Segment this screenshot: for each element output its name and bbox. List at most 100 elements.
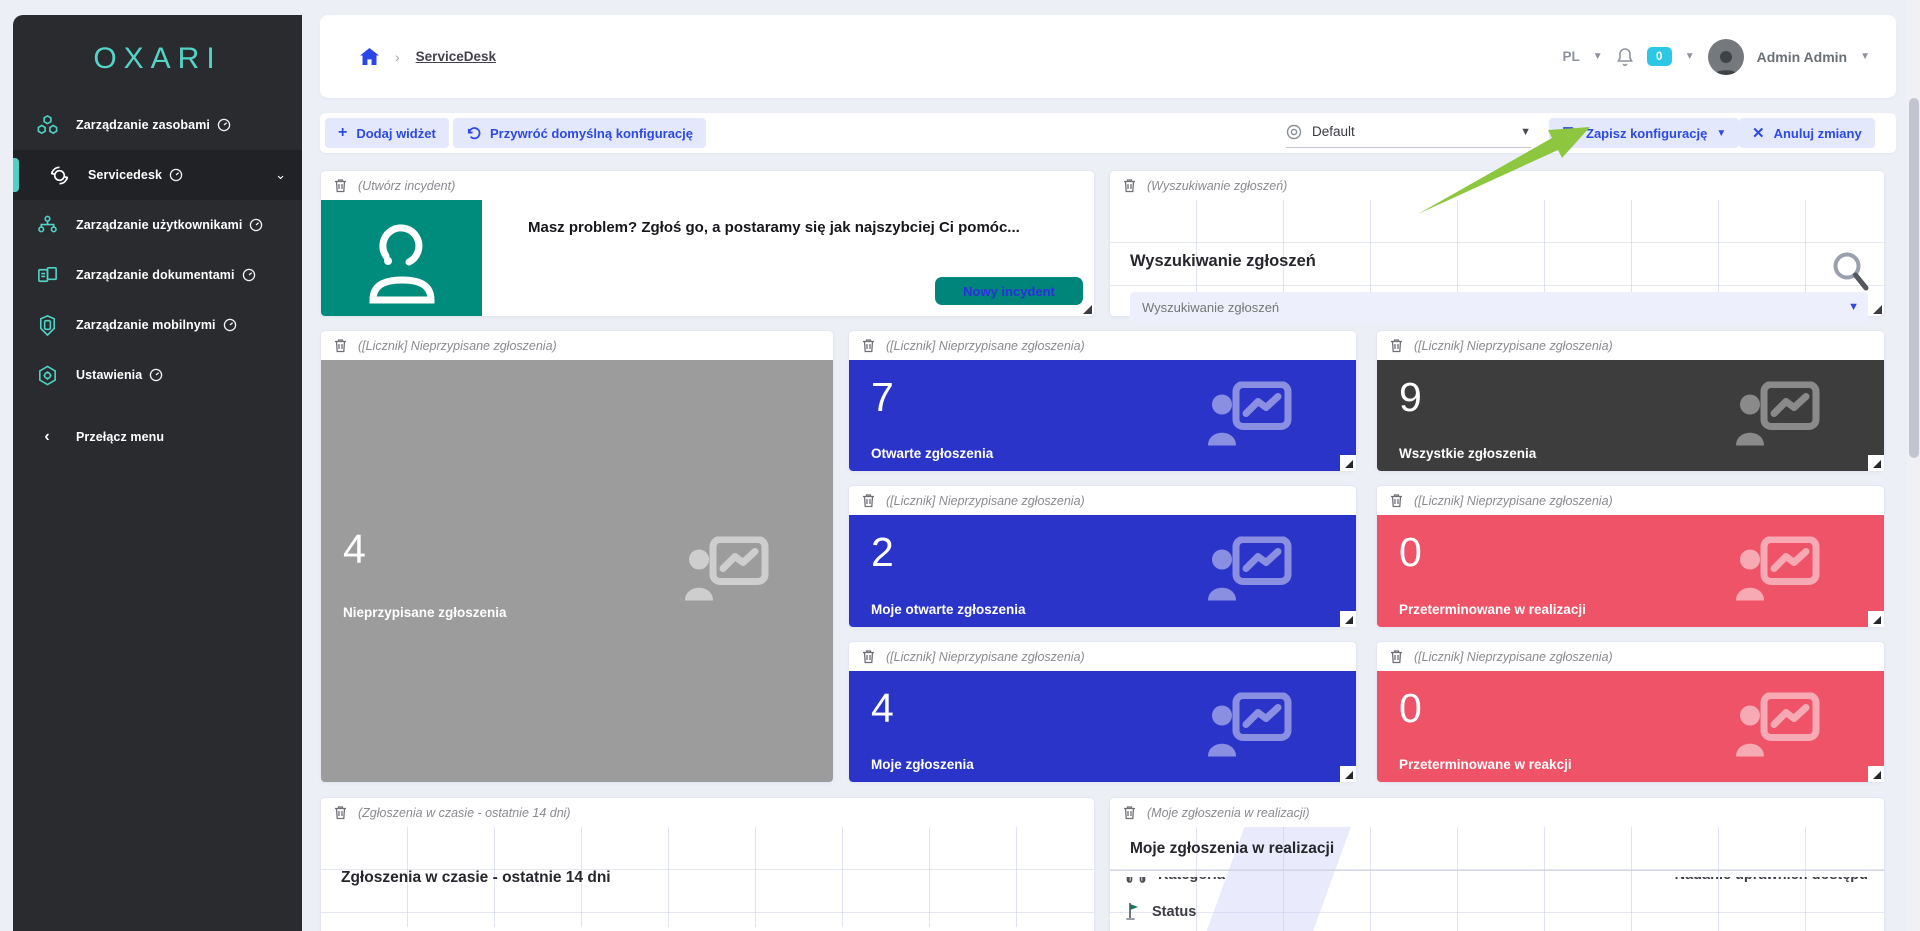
resize-handle[interactable] — [1083, 305, 1092, 314]
config-select-value: Default — [1312, 124, 1355, 139]
documents-icon — [35, 263, 59, 287]
resize-handle[interactable] — [1340, 455, 1356, 471]
sidebar-item-label: Zarządzanie użytkownikami — [76, 218, 242, 232]
counter-tile[interactable]: 0 Przeterminowane w reakcji — [1377, 671, 1884, 782]
resize-handle[interactable] — [1340, 766, 1356, 782]
counter-value: 4 — [343, 526, 366, 573]
search-widget-title: Wyszukiwanie zgłoszeń — [1130, 252, 1316, 271]
user-caret-icon[interactable]: ▼ — [1860, 51, 1870, 62]
widget-header-title: ([Licznik] Nieprzypisane zgłoszenia) — [886, 650, 1085, 664]
sidebar: OXARI Zarządzanie zasobami Servicedesk ⌄ — [13, 15, 302, 931]
presentation-chart-icon — [1736, 692, 1820, 761]
widget-header-title: ([Licznik] Nieprzypisane zgłoszenia) — [886, 339, 1085, 353]
chevron-down-icon: ⌄ — [275, 167, 292, 183]
undo-icon — [466, 126, 481, 141]
incident-illustration — [321, 200, 482, 316]
cancel-changes-button[interactable]: ✕ Anuluj zmiany — [1739, 118, 1875, 148]
counter-tile[interactable]: 9 Wszystkie zgłoszenia — [1377, 360, 1884, 471]
my-in-progress-title: Moje zgłoszenia w realizacji — [1130, 840, 1334, 858]
widget-header-title: ([Licznik] Nieprzypisane zgłoszenia) — [1414, 339, 1613, 353]
save-caret-icon[interactable]: ▼ — [1716, 128, 1726, 139]
language-caret-icon[interactable]: ▼ — [1593, 51, 1603, 62]
restore-default-config-button[interactable]: Przywróć domyślną konfigurację — [453, 118, 706, 148]
trash-icon[interactable] — [1390, 338, 1403, 353]
mobile-icon — [35, 313, 59, 337]
sidebar-item-zarzadzanie-uzytkownikami[interactable]: Zarządzanie użytkownikami — [13, 200, 302, 250]
oxari-logo: OXARI — [13, 15, 302, 100]
sidebar-item-zarzadzanie-zasobami[interactable]: Zarządzanie zasobami — [13, 100, 302, 150]
trash-icon[interactable] — [862, 493, 875, 508]
search-dropdown-caret-icon[interactable]: ▼ — [1848, 301, 1859, 313]
counter-tile[interactable]: 4 Moje zgłoszenia — [849, 671, 1356, 782]
presentation-chart-icon — [1736, 381, 1820, 450]
plus-icon: + — [338, 124, 347, 142]
resize-handle[interactable] — [1873, 305, 1882, 314]
gauge-icon — [223, 318, 237, 332]
sidebar-item-zarzadzanie-dokumentami[interactable]: Zarządzanie dokumentami — [13, 250, 302, 300]
trash-icon[interactable] — [862, 338, 875, 353]
bell-icon[interactable] — [1616, 47, 1634, 67]
category-icon — [1126, 877, 1146, 883]
counter-value: 0 — [1399, 529, 1422, 576]
counter-label: Przeterminowane w realizacji — [1399, 602, 1586, 617]
counter-tile[interactable]: 0 Przeterminowane w realizacji — [1377, 515, 1884, 627]
widget-header-title: ([Licznik] Nieprzypisane zgłoszenia) — [1414, 494, 1613, 508]
presentation-chart-icon — [685, 537, 769, 606]
resize-handle[interactable] — [1868, 611, 1884, 627]
new-incident-button[interactable]: Nowy incydent — [935, 277, 1083, 305]
resize-handle[interactable] — [1868, 455, 1884, 471]
notifications-caret-icon[interactable]: ▼ — [1685, 51, 1695, 62]
home-icon[interactable] — [360, 48, 379, 65]
widget-create-incident: (Utwórz incydent) Masz problem? Zgłoś go… — [321, 171, 1094, 316]
breadcrumb: › ServiceDesk — [360, 15, 496, 98]
ticket-row[interactable]: Status — [1126, 902, 1196, 921]
sidebar-toggle-menu[interactable]: ‹ Przełącz menu — [13, 412, 302, 462]
sidebar-item-label: Zarządzanie mobilnymi — [76, 318, 216, 332]
widget-header-title: (Utwórz incydent) — [358, 179, 455, 193]
servicedesk-icon — [47, 163, 71, 187]
counter-value: 0 — [1399, 685, 1422, 732]
scrollbar-thumb[interactable] — [1909, 98, 1919, 458]
timeline-chart-area: Zgłoszenia w czasie - ostatnie 14 dni — [326, 927, 1089, 931]
gauge-icon — [217, 118, 231, 132]
add-widget-button[interactable]: + Dodaj widżet — [325, 118, 449, 148]
user-menu[interactable]: Admin Admin — [1757, 49, 1847, 65]
trash-icon[interactable] — [1123, 178, 1136, 193]
sidebar-item-label: Zarządzanie dokumentami — [76, 268, 235, 282]
presentation-chart-icon — [1208, 381, 1292, 450]
widget-counter-all: ([Licznik] Nieprzypisane zgłoszenia) 9 W… — [1377, 331, 1884, 471]
trash-icon[interactable] — [1123, 805, 1136, 820]
language-selector[interactable]: PL — [1563, 49, 1580, 64]
resize-handle[interactable] — [1340, 611, 1356, 627]
scrollbar-track[interactable] — [1907, 0, 1920, 931]
trash-icon[interactable] — [334, 338, 347, 353]
search-input[interactable] — [1130, 292, 1868, 323]
sidebar-item-servicedesk[interactable]: Servicedesk ⌄ — [13, 150, 302, 200]
trash-icon[interactable] — [862, 649, 875, 664]
widget-counter-overdue-reaction: ([Licznik] Nieprzypisane zgłoszenia) 0 P… — [1377, 642, 1884, 782]
counter-tile[interactable]: 7 Otwarte zgłoszenia — [849, 360, 1356, 471]
select-caret-icon: ▼ — [1520, 126, 1531, 138]
trash-icon[interactable] — [1390, 493, 1403, 508]
close-icon: ✕ — [1752, 124, 1765, 142]
breadcrumb-current[interactable]: ServiceDesk — [416, 49, 496, 64]
counter-tile[interactable]: 2 Moje otwarte zgłoszenia — [849, 515, 1356, 627]
widget-counter-unassigned: ([Licznik] Nieprzypisane zgłoszenia) 4 N… — [321, 331, 833, 782]
trash-icon[interactable] — [334, 178, 347, 193]
search-icon[interactable] — [1830, 250, 1870, 297]
assets-icon — [35, 113, 59, 137]
sidebar-toggle-label: Przełącz menu — [76, 430, 164, 444]
widget-header-title: ([Licznik] Nieprzypisane zgłoszenia) — [358, 339, 557, 353]
trash-icon[interactable] — [334, 805, 347, 820]
sidebar-item-ustawienia[interactable]: Ustawienia — [13, 350, 302, 400]
save-config-button[interactable]: Zapisz konfigurację ▼ — [1549, 118, 1739, 148]
resize-handle[interactable] — [1868, 766, 1884, 782]
trash-icon[interactable] — [1390, 649, 1403, 664]
counter-tile[interactable]: 4 Nieprzypisane zgłoszenia — [321, 360, 833, 782]
ticket-row[interactable]: Kategoria Nadanie uprawnień dostępu — [1126, 877, 1868, 890]
avatar[interactable] — [1708, 39, 1744, 75]
config-select[interactable]: Default ▼ — [1286, 116, 1531, 148]
sidebar-item-zarzadzanie-mobilnymi[interactable]: Zarządzanie mobilnymi — [13, 300, 302, 350]
widget-counter-overdue-in-progress: ([Licznik] Nieprzypisane zgłoszenia) 0 P… — [1377, 486, 1884, 627]
counter-label: Otwarte zgłoszenia — [871, 446, 993, 461]
